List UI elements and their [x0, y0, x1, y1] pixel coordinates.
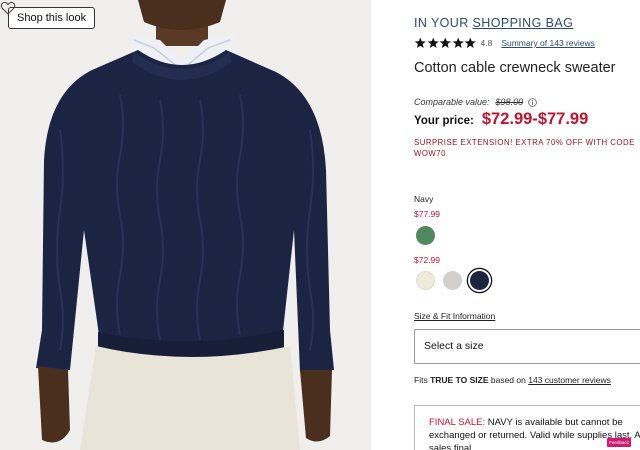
star-rating: [414, 37, 477, 49]
swatch-cream[interactable]: [416, 271, 435, 290]
info-circle-icon[interactable]: [528, 97, 537, 107]
rating-value: 4.8: [480, 38, 493, 48]
fit-value: TRUE TO SIZE: [430, 375, 489, 385]
swatch-green[interactable]: [416, 226, 435, 245]
shopping-bag-link[interactable]: SHOPPING BAG: [473, 16, 574, 30]
final-sale-label: FINAL SALE:: [429, 417, 486, 428]
size-fit-info-link[interactable]: Size & Fit Information: [414, 311, 495, 321]
fit-reviews-link[interactable]: 143 customer reviews: [528, 375, 611, 385]
swatch-light-grey[interactable]: [443, 271, 462, 290]
swatch-navy[interactable]: [470, 271, 489, 290]
product-info-panel: IN YOUR SHOPPING BAG 4.8 Summary of 143 …: [414, 0, 640, 450]
your-price-label: Your price:: [414, 115, 474, 127]
star-icon: [427, 37, 439, 48]
product-image[interactable]: Shop this look: [0, 0, 371, 450]
in-bag-prefix: IN YOUR: [414, 16, 469, 30]
star-icon: [464, 37, 476, 48]
comparable-price: $98.00: [495, 97, 524, 107]
star-icon: [452, 37, 464, 48]
review-summary-link[interactable]: Summary of 143 reviews: [501, 38, 595, 48]
feedback-tab[interactable]: Feedback: [607, 438, 631, 447]
fit-prefix: Fits: [414, 375, 428, 385]
promo-message: SURPRISE EXTENSION! EXTRA 70% OFF WITH C…: [414, 138, 635, 158]
selected-color-name: Navy: [414, 194, 434, 204]
comparable-label: Comparable value:: [414, 97, 490, 107]
swatch-group-price: $72.99: [414, 255, 440, 265]
fit-summary: Fits TRUE TO SIZE based on 143 customer …: [414, 375, 611, 385]
star-icon: [414, 37, 426, 48]
product-photo: [0, 0, 371, 450]
your-price: Your price: $72.99-$77.99: [414, 110, 588, 129]
swatch-group-price: $77.99: [414, 209, 440, 219]
product-title: Cotton cable crewneck sweater: [414, 60, 616, 76]
in-bag-notice: IN YOUR SHOPPING BAG: [414, 16, 573, 30]
size-select[interactable]: Select a size: [414, 329, 640, 364]
comparable-value: Comparable value: $98.00: [414, 97, 537, 107]
heart-icon[interactable]: [0, 0, 16, 16]
rating-row: 4.8 Summary of 143 reviews: [414, 36, 595, 50]
your-price-value: $72.99-$77.99: [481, 110, 589, 128]
fit-middle: based on: [490, 375, 526, 385]
shop-this-look-button[interactable]: Shop this look: [8, 7, 96, 29]
star-icon: [439, 37, 451, 48]
